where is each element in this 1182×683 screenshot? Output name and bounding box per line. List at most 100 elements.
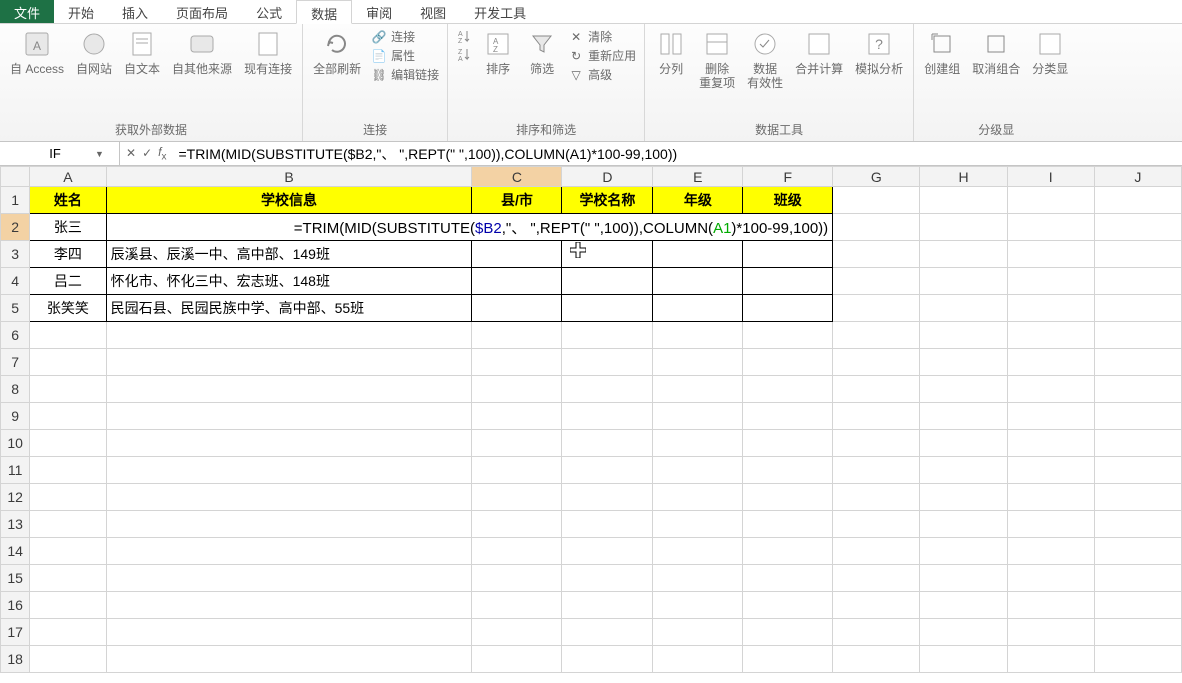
cell-A3[interactable]: 李四 <box>30 241 106 268</box>
cell-D1[interactable]: 学校名称 <box>562 187 653 214</box>
tab-dev[interactable]: 开发工具 <box>460 0 540 23</box>
ungroup-button[interactable]: 取消组合 <box>966 26 1026 78</box>
fx-button[interactable]: fx <box>158 145 166 162</box>
col-J[interactable]: J <box>1094 167 1181 187</box>
svg-text:Z: Z <box>458 38 463 44</box>
from-web-button[interactable]: 自网站 <box>70 26 118 78</box>
connections-button[interactable]: 🔗连接 <box>371 28 439 45</box>
group-label: 连接 <box>307 119 443 141</box>
from-access-button[interactable]: A自 Access <box>4 26 70 78</box>
tab-insert[interactable]: 插入 <box>108 0 162 23</box>
cell-C1[interactable]: 县/市 <box>472 187 562 214</box>
name-box-input[interactable] <box>15 146 95 161</box>
name-box[interactable]: ▼ <box>0 142 120 165</box>
other-source-icon <box>186 28 218 60</box>
clear-filter-button[interactable]: ✕清除 <box>568 28 636 45</box>
col-I[interactable]: I <box>1007 167 1094 187</box>
cell-A2[interactable]: 张三 <box>30 214 106 241</box>
tab-review[interactable]: 审阅 <box>352 0 406 23</box>
ungroup-icon <box>980 28 1012 60</box>
refresh-all-button[interactable]: 全部刷新 <box>307 26 367 78</box>
group-outline: 创建组 取消组合 分类显 分级显 <box>914 24 1078 141</box>
tab-start[interactable]: 开始 <box>54 0 108 23</box>
subtotal-button[interactable]: 分类显 <box>1026 26 1074 78</box>
row-header[interactable]: 1 <box>1 187 30 214</box>
properties-button[interactable]: 📄属性 <box>371 47 439 64</box>
row-18: 18 <box>1 646 1182 673</box>
group-button[interactable]: 创建组 <box>918 26 966 78</box>
row-8: 8 <box>1 376 1182 403</box>
tab-formula[interactable]: 公式 <box>242 0 296 23</box>
cell-F1[interactable]: 班级 <box>743 187 833 214</box>
remove-dup-button[interactable]: 删除 重复项 <box>693 26 741 92</box>
cell-B2-editing[interactable]: =TRIM(MID(SUBSTITUTE($B2,"、 ",REPT(" ",1… <box>106 214 833 241</box>
cell-E1[interactable]: 年级 <box>653 187 743 214</box>
group-sort-filter: AZ ZA AZ排序 筛选 ✕清除 ↻重新应用 ▽高级 排序和筛选 <box>448 24 645 141</box>
col-F[interactable]: F <box>743 167 833 187</box>
row-header[interactable]: 3 <box>1 241 30 268</box>
group-label: 获取外部数据 <box>4 119 298 141</box>
cell-B3[interactable]: 辰溪县、辰溪一中、高中部、149班 <box>106 241 472 268</box>
formula-bar: ▼ ✕ ✓ fx =TRIM(MID(SUBSTITUTE($B2,"、 ",R… <box>0 142 1182 166</box>
grid[interactable]: A B C D E F G H I J 1 姓名 学校信息 县/市 学校名称 年… <box>0 166 1182 673</box>
svg-text:A: A <box>458 31 463 38</box>
sort-desc-button[interactable]: ZA <box>456 46 472 62</box>
cell-A4[interactable]: 吕二 <box>30 268 106 295</box>
advanced-button[interactable]: ▽高级 <box>568 66 636 83</box>
tab-layout[interactable]: 页面布局 <box>162 0 242 23</box>
from-text-button[interactable]: 自文本 <box>118 26 166 78</box>
row-16: 16 <box>1 592 1182 619</box>
refresh-icon <box>321 28 353 60</box>
row-header[interactable]: 5 <box>1 295 30 322</box>
subtotal-icon <box>1034 28 1066 60</box>
row-4: 4 吕二 怀化市、怀化三中、宏志班、148班 <box>1 268 1182 295</box>
text-icon <box>126 28 158 60</box>
text-to-columns-button[interactable]: 分列 <box>649 26 693 78</box>
ribbon-tabs: 文件 开始 插入 页面布局 公式 数据 审阅 视图 开发工具 <box>0 0 1182 24</box>
data-validation-button[interactable]: 数据 有效性 <box>741 26 789 92</box>
col-A[interactable]: A <box>30 167 106 187</box>
cancel-formula-button[interactable]: ✕ <box>126 146 136 160</box>
col-B[interactable]: B <box>106 167 472 187</box>
existing-conn-button[interactable]: 现有连接 <box>238 26 298 78</box>
whatif-button[interactable]: ?模拟分析 <box>849 26 909 78</box>
col-E[interactable]: E <box>653 167 743 187</box>
row-3: 3 李四 辰溪县、辰溪一中、高中部、149班 <box>1 241 1182 268</box>
reapply-icon: ↻ <box>568 48 584 64</box>
row-15: 15 <box>1 565 1182 592</box>
reapply-button[interactable]: ↻重新应用 <box>568 47 636 64</box>
sort-asc-button[interactable]: AZ <box>456 28 472 44</box>
row-header[interactable]: 4 <box>1 268 30 295</box>
row-10: 10 <box>1 430 1182 457</box>
row-7: 7 <box>1 349 1182 376</box>
row-1: 1 姓名 学校信息 县/市 学校名称 年级 班级 <box>1 187 1182 214</box>
cell-A5[interactable]: 张笑笑 <box>30 295 106 322</box>
col-H[interactable]: H <box>920 167 1007 187</box>
row-6: 6 <box>1 322 1182 349</box>
cell-B4[interactable]: 怀化市、怀化三中、宏志班、148班 <box>106 268 472 295</box>
cell-B1[interactable]: 学校信息 <box>106 187 472 214</box>
consolidate-button[interactable]: 合并计算 <box>789 26 849 78</box>
column-headers: A B C D E F G H I J <box>1 167 1182 187</box>
cell-B5[interactable]: 民园石县、民园民族中学、高中部、55班 <box>106 295 472 322</box>
filter-button[interactable]: 筛选 <box>520 26 564 78</box>
row-11: 11 <box>1 457 1182 484</box>
edit-links-button[interactable]: ⛓编辑链接 <box>371 66 439 83</box>
svg-text:A: A <box>458 56 463 62</box>
row-2: 2 张三 =TRIM(MID(SUBSTITUTE($B2,"、 ",REPT(… <box>1 214 1182 241</box>
formula-input[interactable]: =TRIM(MID(SUBSTITUTE($B2,"、 ",REPT(" ",1… <box>172 144 1182 164</box>
accept-formula-button[interactable]: ✓ <box>142 146 152 160</box>
col-C[interactable]: C <box>472 167 562 187</box>
cell-A1[interactable]: 姓名 <box>30 187 106 214</box>
col-G[interactable]: G <box>833 167 920 187</box>
tab-view[interactable]: 视图 <box>406 0 460 23</box>
select-all[interactable] <box>1 167 30 187</box>
tab-data[interactable]: 数据 <box>296 0 352 24</box>
validation-icon <box>749 28 781 60</box>
from-other-button[interactable]: 自其他来源 <box>166 26 238 78</box>
col-D[interactable]: D <box>562 167 653 187</box>
row-header[interactable]: 2 <box>1 214 30 241</box>
tab-file[interactable]: 文件 <box>0 0 54 23</box>
sort-button[interactable]: AZ排序 <box>476 26 520 78</box>
chevron-down-icon[interactable]: ▼ <box>95 149 104 159</box>
